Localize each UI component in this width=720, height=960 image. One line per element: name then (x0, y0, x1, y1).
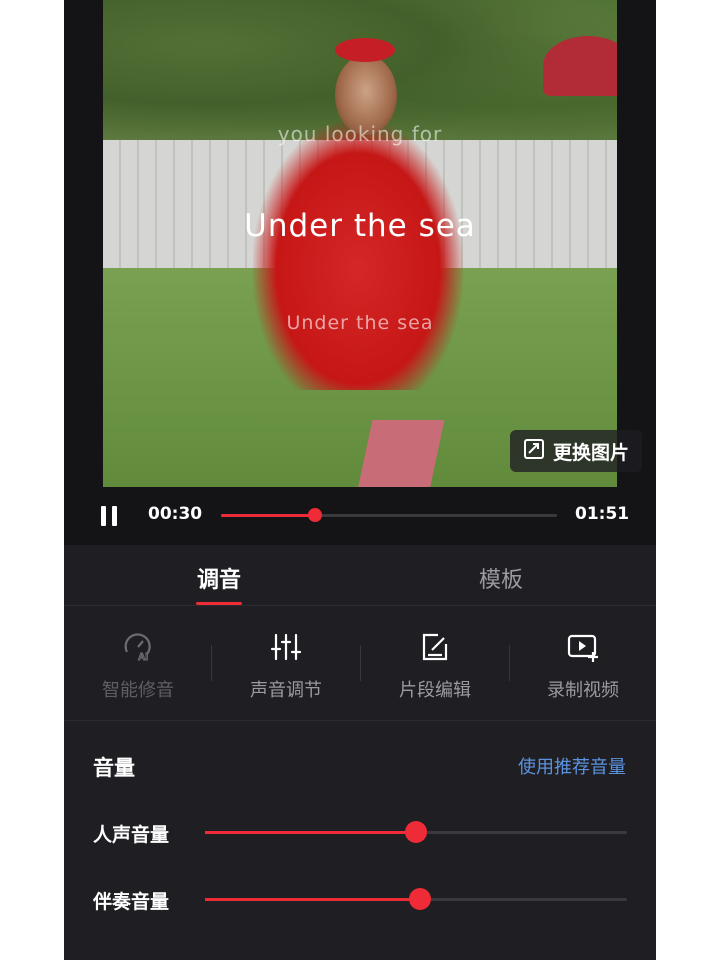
active-tab-indicator (196, 602, 242, 605)
tool-label: 片段编辑 (399, 680, 471, 701)
tab-template[interactable]: 模板 (441, 562, 561, 594)
edit-clip-icon (418, 630, 452, 664)
ai-tune-icon: AI (121, 630, 155, 664)
vocal-volume-label: 人声音量 (93, 824, 170, 846)
progress-bar[interactable] (221, 508, 557, 522)
vocal-volume-handle[interactable] (405, 821, 427, 843)
tab-tuning[interactable]: 调音 (159, 562, 279, 594)
tool-divider (509, 645, 510, 681)
tool-divider (211, 645, 212, 681)
progress-fill (221, 514, 316, 517)
lyric-previous-line: you looking for (277, 122, 443, 146)
accompaniment-volume-handle[interactable] (409, 888, 432, 910)
tool-sound-adjust[interactable]: 声音调节 (226, 630, 346, 702)
accompaniment-volume-label: 伴奏音量 (93, 891, 170, 913)
pause-icon (112, 506, 117, 526)
tool-ai-tune[interactable]: AI 智能修音 (78, 630, 198, 702)
pause-icon (101, 506, 106, 526)
video-player: you looking for Under the sea Under the … (64, 0, 656, 545)
equalizer-sliders-icon (269, 630, 303, 664)
pause-button[interactable] (100, 506, 118, 526)
tool-row: AI 智能修音 声音调节 片段编辑 录制视频 (64, 620, 656, 721)
change-image-button[interactable]: 更换图片 (510, 430, 642, 472)
current-time: 00:30 (148, 504, 203, 524)
accompaniment-volume-row: 伴奏音量 (64, 879, 656, 919)
tab-bar: 调音 模板 (64, 545, 656, 606)
vocal-volume-slider[interactable] (205, 821, 627, 843)
use-recommended-volume-link[interactable]: 使用推荐音量 (518, 753, 626, 779)
app-screen: you looking for Under the sea Under the … (64, 0, 656, 960)
accompaniment-volume-slider[interactable] (205, 888, 627, 910)
tool-label: 智能修音 (102, 680, 174, 701)
lyric-next-line: Under the sea (286, 312, 434, 334)
svg-text:AI: AI (138, 652, 148, 663)
tool-divider (360, 645, 361, 681)
change-image-label: 更换图片 (552, 441, 629, 464)
vocal-volume-fill (205, 831, 416, 834)
tool-label: 录制视频 (547, 680, 619, 701)
change-image-icon (523, 438, 545, 465)
tool-label: 声音调节 (250, 680, 322, 701)
total-time: 01:51 (575, 504, 630, 524)
progress-handle[interactable] (308, 508, 323, 522)
vocal-volume-row: 人声音量 (64, 812, 656, 852)
accompaniment-volume-fill (205, 898, 421, 901)
tool-clip-edit[interactable]: 片段编辑 (375, 630, 495, 702)
record-video-icon (566, 630, 600, 664)
playback-controls: 00:30 01:51 (64, 490, 656, 545)
tool-record-video[interactable]: 录制视频 (523, 630, 643, 702)
lyric-current-line: Under the sea (244, 208, 476, 244)
volume-section-title: 音量 (93, 756, 135, 780)
